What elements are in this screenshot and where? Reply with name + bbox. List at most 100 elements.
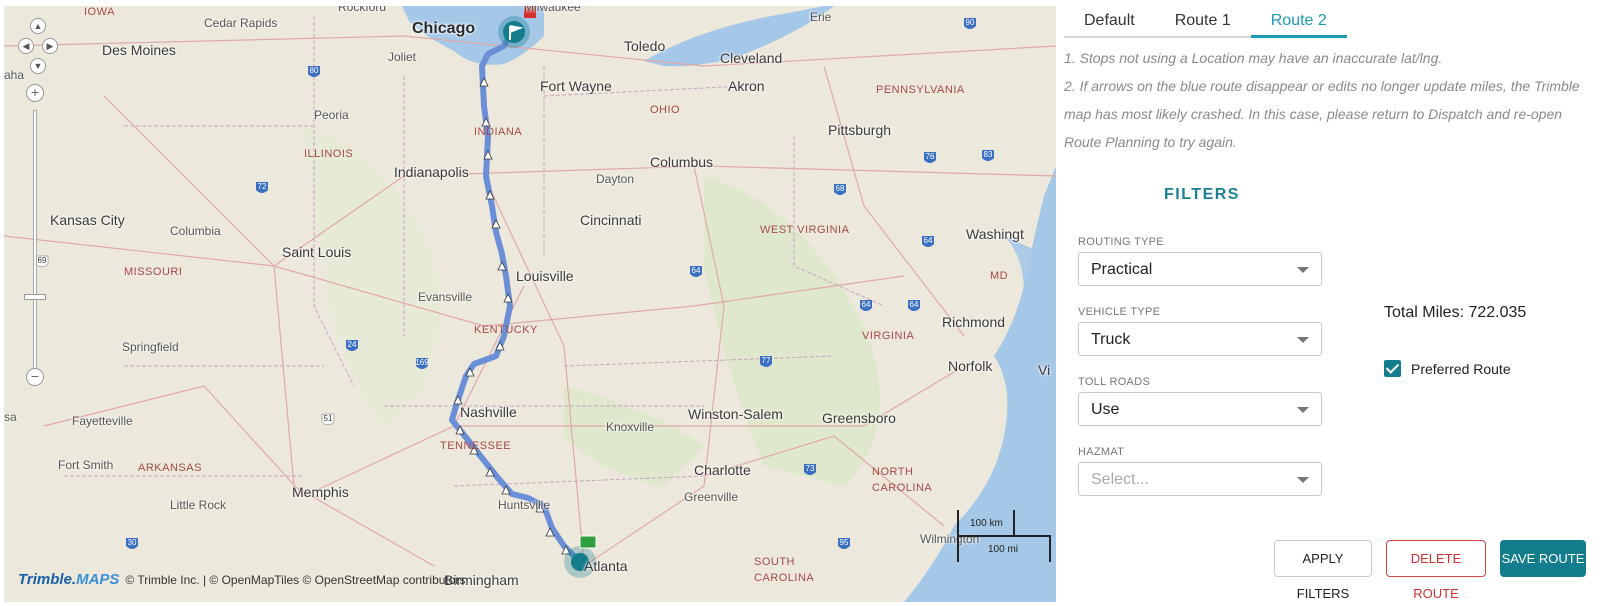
svg-text:30: 30 (128, 538, 137, 547)
city-label: Columbia (170, 224, 221, 238)
svg-text:83: 83 (984, 150, 993, 159)
vehicle-type-label: VEHICLE TYPE (1078, 306, 1161, 318)
zoom-slider-handle[interactable] (24, 294, 46, 300)
map-attribution: Trimble.MAPS © Trimble Inc. | © OpenMapT… (18, 571, 465, 588)
city-label: Dayton (596, 172, 635, 186)
apply-filters-button[interactable]: APPLY FILTERS (1274, 540, 1372, 601)
routing-type-value: Practical (1091, 261, 1153, 278)
city-label: Saint Louis (282, 244, 352, 260)
city-label: Joliet (388, 50, 417, 64)
pan-up-icon[interactable]: ▲ (30, 18, 46, 34)
chevron-down-icon (1297, 337, 1309, 343)
svg-text:69: 69 (38, 256, 47, 265)
city-label: Cincinnati (580, 212, 642, 228)
pan-left-icon[interactable]: ◀ (18, 38, 34, 54)
tab-route-2[interactable]: Route 2 (1250, 8, 1347, 38)
tab-route-1[interactable]: Route 1 (1155, 8, 1251, 36)
svg-text:51: 51 (324, 414, 333, 423)
svg-text:80: 80 (310, 66, 319, 75)
state-label: KENTUCKY (474, 324, 538, 336)
state-label: TENNESSEE (440, 440, 512, 452)
filters-heading: FILTERS (1164, 186, 1240, 203)
city-label: Erie (810, 10, 832, 24)
trimble-maps-logo[interactable]: Trimble.MAPS (18, 571, 119, 588)
city-label: Vi (1038, 362, 1051, 378)
scale-mi-label: 100 mi (988, 544, 1019, 555)
map-navigation-control: ▲ ◀ ▶ ▼ (18, 18, 58, 76)
save-route-button[interactable]: SAVE ROUTE (1500, 540, 1586, 577)
zoom-in-icon[interactable]: + (26, 84, 44, 102)
pan-down-icon[interactable]: ▼ (30, 58, 46, 74)
preferred-route-option[interactable]: Preferred Route (1384, 360, 1511, 377)
city-label: Des Moines (102, 42, 176, 58)
city-label: Greenville (684, 490, 739, 504)
city-label: Huntsville (498, 498, 551, 512)
city-label: Washingt (966, 226, 1024, 242)
map-scale-bar: 100 km 100 mi (956, 510, 1052, 570)
city-label: Peoria (314, 108, 349, 122)
toll-roads-select[interactable]: Use (1078, 392, 1322, 426)
svg-text:77: 77 (762, 356, 771, 365)
city-label: Norfolk (948, 358, 993, 374)
vehicle-type-select[interactable]: Truck (1078, 322, 1322, 356)
city-label: Charlotte (694, 462, 751, 478)
hazmat-placeholder: Select... (1091, 471, 1149, 488)
city-label: Columbus (650, 154, 714, 170)
chevron-down-icon (1297, 407, 1309, 413)
zoom-slider-track[interactable] (33, 110, 37, 380)
state-label: ARKANSAS (138, 462, 202, 474)
city-label: Greensboro (822, 410, 896, 426)
routing-type-label: ROUTING TYPE (1078, 236, 1164, 248)
state-label: PENNSYLVANIA (876, 84, 965, 96)
city-label: Knoxville (606, 420, 655, 434)
hazmat-select[interactable]: Select... (1078, 462, 1322, 496)
route-planning-screen: 80 72 69 24 169 51 30 64 68 76 83 64 64 … (0, 0, 1600, 606)
svg-text:73: 73 (806, 464, 815, 473)
city-label: Toledo (624, 38, 666, 54)
city-label: Milwaukee (524, 6, 581, 14)
city-label: Fayetteville (72, 414, 133, 428)
route-tabs: Default Route 1 Route 2 (1064, 8, 1347, 38)
city-label: Rockford (338, 6, 387, 14)
svg-text:64: 64 (924, 236, 933, 245)
zoom-out-icon[interactable]: − (26, 368, 44, 386)
state-label: IOWA (84, 6, 115, 18)
svg-text:95: 95 (840, 538, 849, 547)
city-label: Akron (728, 78, 765, 94)
route-map[interactable]: 80 72 69 24 169 51 30 64 68 76 83 64 64 … (4, 6, 1056, 602)
city-label: Chicago (412, 20, 476, 37)
svg-text:72: 72 (258, 182, 267, 191)
city-label: Kansas City (50, 212, 125, 228)
svg-text:169: 169 (415, 358, 429, 367)
state-label: INDIANA (474, 126, 523, 138)
vehicle-type-value: Truck (1091, 331, 1131, 348)
delete-route-button[interactable]: DELETE ROUTE (1386, 540, 1486, 601)
city-label: Springfield (122, 340, 179, 354)
logo-accent-text: MAPS (76, 571, 120, 588)
routing-type-select[interactable]: Practical (1078, 252, 1322, 286)
city-label: Little Rock (170, 498, 227, 512)
city-label: Pittsburgh (828, 122, 892, 138)
svg-text:64: 64 (910, 300, 919, 309)
state-label: NORTH CAROLINA (872, 466, 933, 494)
pan-right-icon[interactable]: ▶ (42, 38, 58, 54)
tab-default[interactable]: Default (1064, 8, 1155, 36)
city-label: sa (4, 410, 17, 424)
svg-text:76: 76 (926, 152, 935, 161)
pan-control: ▲ ◀ ▶ ▼ (18, 18, 58, 76)
city-label: Nashville (460, 404, 517, 420)
attribution-text[interactable]: © Trimble Inc. | © OpenMapTiles © OpenSt… (125, 573, 465, 587)
city-label: Cleveland (720, 50, 783, 66)
state-label: VIRGINIA (862, 330, 915, 342)
toll-roads-value: Use (1091, 401, 1120, 418)
preferred-route-label: Preferred Route (1411, 360, 1511, 377)
state-label: WEST VIRGINIA (760, 224, 850, 236)
hazmat-label: HAZMAT (1078, 446, 1125, 458)
chevron-down-icon (1297, 477, 1309, 483)
city-label: Atlanta (584, 558, 628, 574)
svg-text:90: 90 (966, 18, 975, 27)
total-miles: Total Miles: 722.035 (1384, 304, 1527, 321)
route-notes: 1. Stops not using a Location may have a… (1064, 44, 1594, 156)
city-label: Fort Wayne (540, 78, 612, 94)
preferred-route-checkbox[interactable] (1384, 360, 1401, 377)
